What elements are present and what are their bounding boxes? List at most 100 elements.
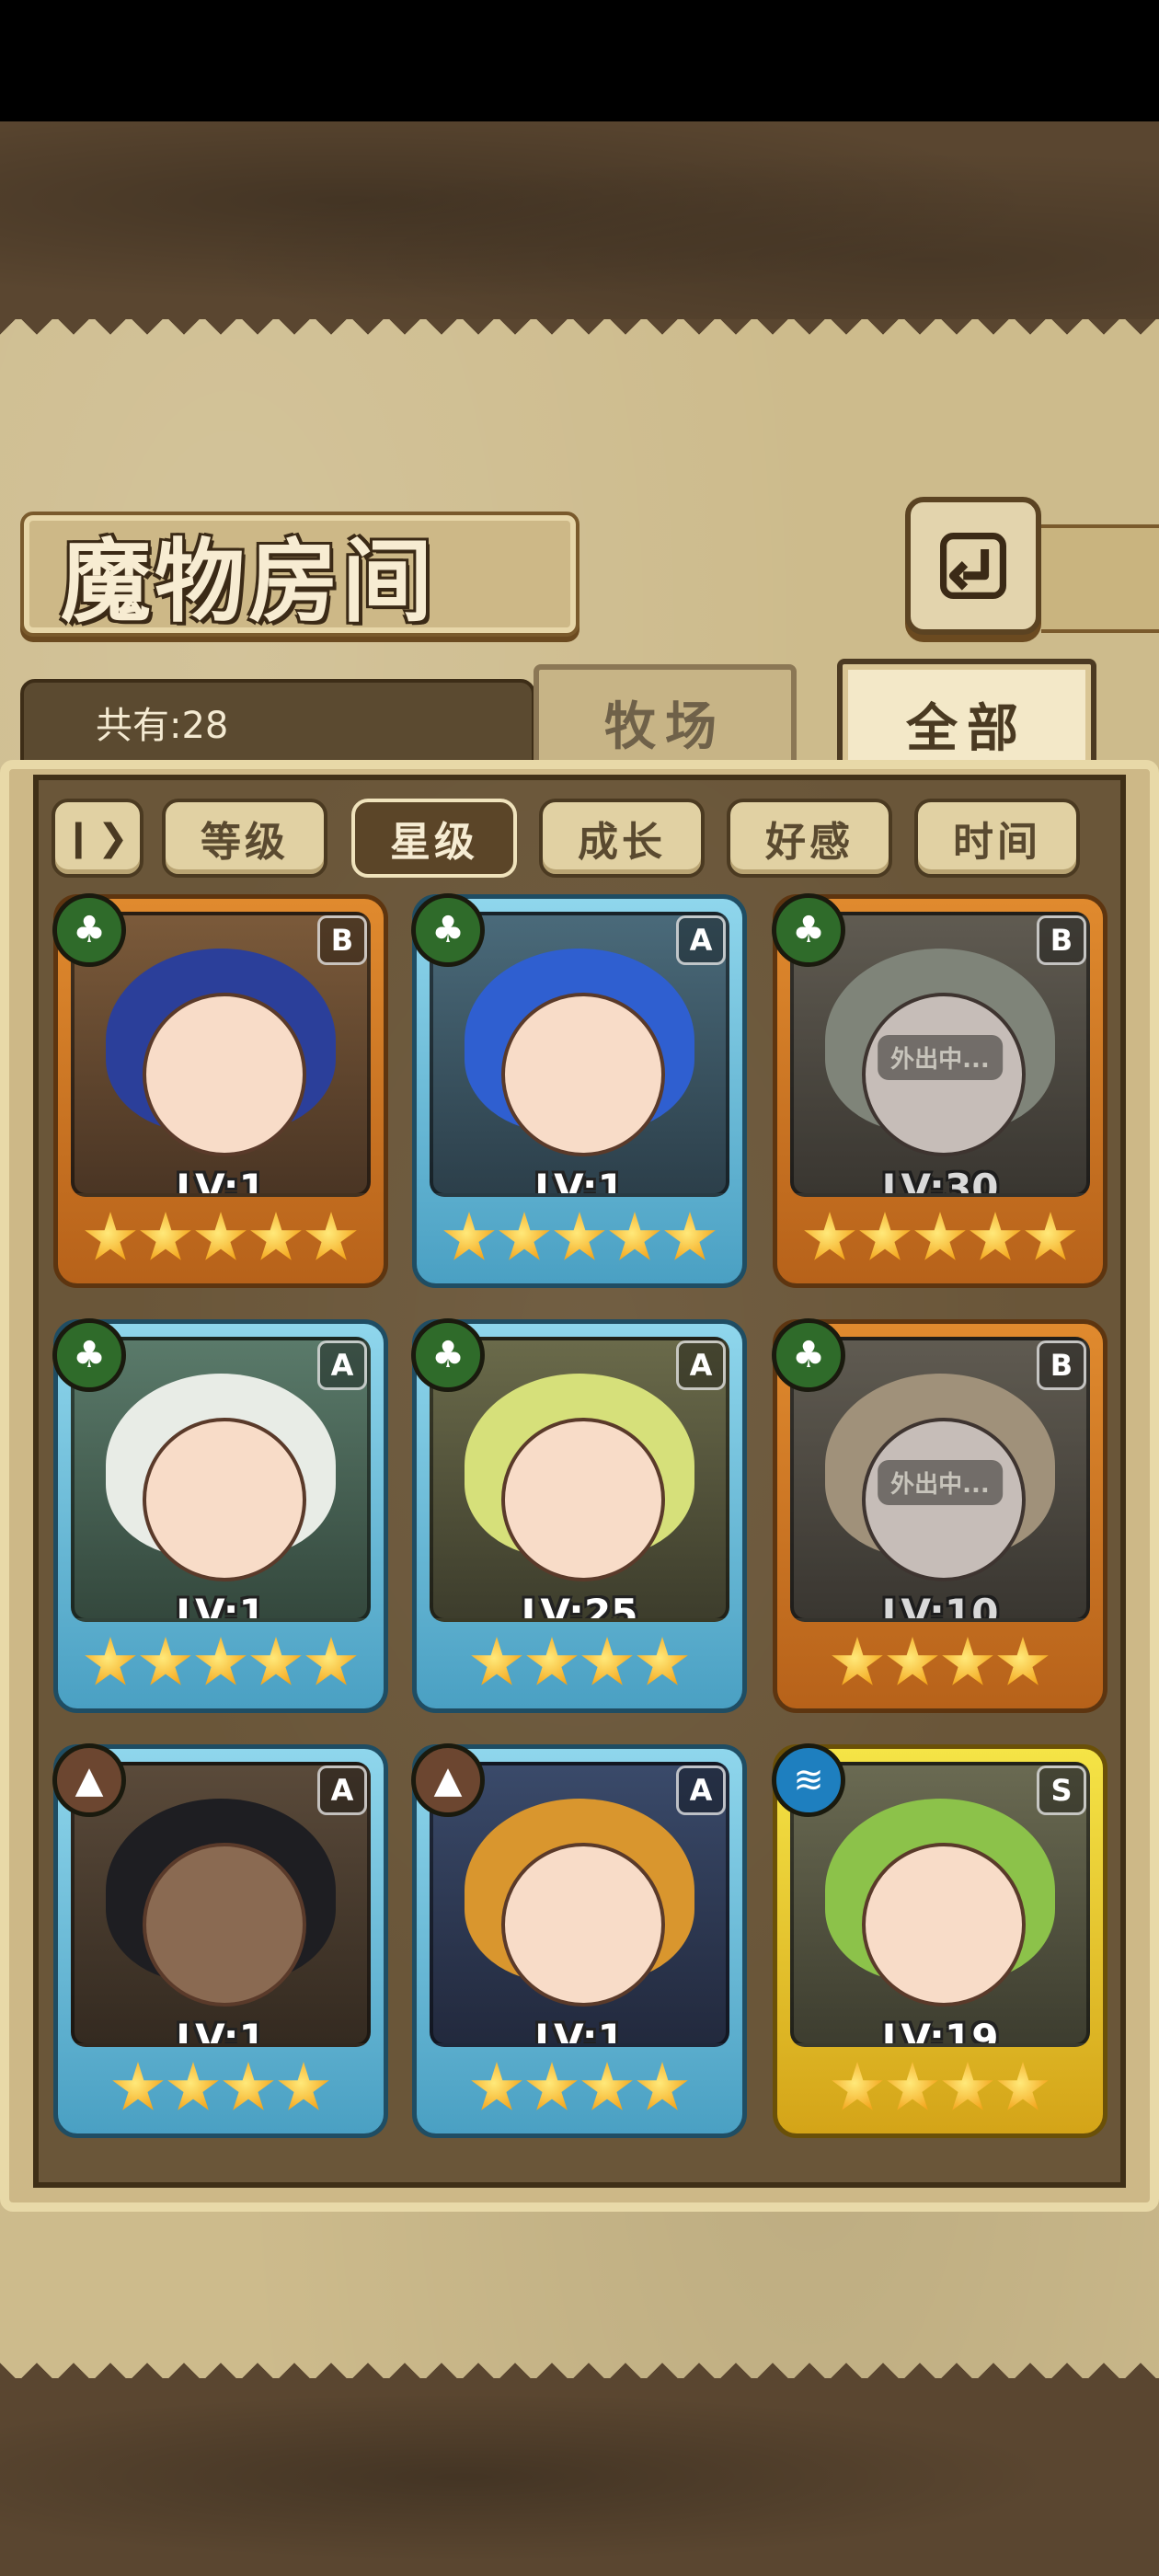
monster-card[interactable]: LV:1 ♣ A [52,1318,388,1713]
monster-card[interactable]: LV:19 ≋ S [772,1743,1107,2138]
star-icon [140,1212,191,1260]
star-icon [305,1637,357,1685]
monster-level: LV:1 [176,1166,266,1197]
rank-badge: A [317,1765,367,1815]
return-arrow-icon [940,533,1006,599]
star-icon [443,1212,495,1260]
sort-order-toggle-button[interactable]: ❙❯ [52,799,143,878]
pause-icon: ❙❯ [63,817,132,859]
sort-growth-button[interactable]: 成长 [539,799,705,878]
star-rating [58,1631,384,1696]
monster-card[interactable]: LV:1 ▲ A [411,1743,747,2138]
rank-badge: S [1037,1765,1086,1815]
star-icon [112,2062,164,2110]
rank-badge: B [317,915,367,965]
star-icon [609,1212,660,1260]
star-icon [167,2062,219,2110]
leaf-element-icon: ♣ [772,1318,845,1392]
star-icon [997,2062,1049,2110]
star-rating [58,2056,384,2121]
monster-level: LV:1 [534,1166,625,1197]
leaf-element-icon: ♣ [772,893,845,967]
monster-level: LV:1 [176,2016,266,2047]
star-icon [85,1637,136,1685]
star-icon [140,1637,191,1685]
monster-card[interactable]: LV:1 ▲ A [52,1743,388,2138]
panel-top-edge [0,319,1159,345]
star-icon [859,1212,911,1260]
star-icon [832,2062,883,2110]
star-rating [417,2056,742,2121]
star-icon [250,1637,302,1685]
star-icon [1025,1212,1076,1260]
background-map-bottom [0,2378,1159,2576]
star-icon [637,2062,688,2110]
monster-level: LV:1 [534,2016,625,2047]
star-icon [832,1637,883,1685]
background-map-top [0,121,1159,319]
star-icon [637,1637,688,1685]
title-plate: 魔物房间 [20,512,580,637]
page-title: 魔物房间 [61,530,437,635]
star-rating [777,2056,1103,2121]
leaf-element-icon: ♣ [52,1318,126,1392]
water-element-icon: ≋ [772,1743,845,1817]
star-icon [887,2062,938,2110]
monster-card[interactable]: 外出中... LV:30 ♣ B [772,893,1107,1288]
back-button[interactable] [905,497,1041,635]
star-icon [471,1637,522,1685]
star-rating [777,1631,1103,1696]
rank-badge: A [676,1340,726,1390]
star-icon [581,1637,633,1685]
star-icon [942,2062,993,2110]
monster-card[interactable]: LV:1 ♣ B [52,893,388,1288]
monster-card[interactable]: LV:25 ♣ A [411,1318,747,1713]
rank-badge: A [317,1340,367,1390]
monster-card[interactable]: 外出中... LV:10 ♣ B [772,1318,1107,1713]
away-status-label: 外出中... [878,1035,1003,1080]
monster-level: LV:19 [881,2016,999,2047]
rank-badge: A [676,915,726,965]
star-icon [581,2062,633,2110]
star-icon [250,1212,302,1260]
star-icon [195,1212,247,1260]
leaf-element-icon: ♣ [411,893,485,967]
rank-badge: B [1037,1340,1086,1390]
star-icon [554,1212,605,1260]
star-icon [85,1212,136,1260]
monster-level: LV:1 [176,1591,266,1622]
back-button-rail [1041,524,1159,633]
star-rating [417,1631,742,1696]
tab-ranch[interactable]: 牧场 [534,664,797,775]
away-status-label: 外出中... [878,1460,1003,1505]
star-icon [970,1212,1021,1260]
star-rating [417,1206,742,1271]
rank-badge: B [1037,915,1086,965]
rank-badge: A [676,1765,726,1815]
star-icon [664,1212,716,1260]
star-icon [305,1212,357,1260]
star-rating [777,1206,1103,1271]
monster-card[interactable]: LV:1 ♣ A [411,893,747,1288]
monster-count: 共有:28 [96,705,229,747]
star-icon [887,1637,938,1685]
star-icon [223,2062,274,2110]
sort-star-button[interactable]: 星级 [351,799,517,878]
star-rating [58,1206,384,1271]
star-icon [914,1212,966,1260]
monster-level: LV:25 [521,1591,638,1622]
sort-level-button[interactable]: 等级 [162,799,327,878]
sort-affection-button[interactable]: 好感 [727,799,892,878]
mountain-element-icon: ▲ [52,1743,126,1817]
leaf-element-icon: ♣ [411,1318,485,1392]
monster-level: LV:10 [881,1591,999,1622]
star-icon [526,2062,578,2110]
star-icon [499,1212,550,1260]
leaf-element-icon: ♣ [52,893,126,967]
status-bar [0,0,1159,121]
sort-time-button[interactable]: 时间 [914,799,1080,878]
star-icon [195,1637,247,1685]
mountain-element-icon: ▲ [411,1743,485,1817]
star-icon [942,1637,993,1685]
star-icon [278,2062,329,2110]
